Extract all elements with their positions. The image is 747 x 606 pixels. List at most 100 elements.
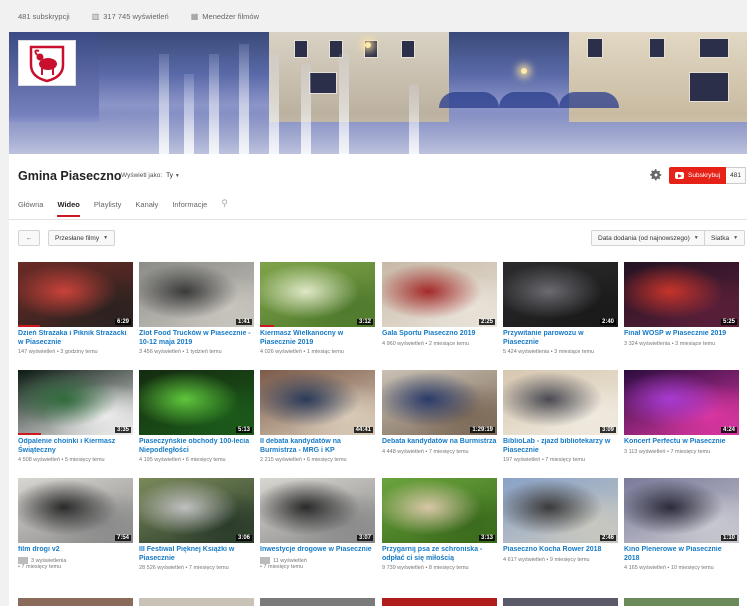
video-title[interactable]: Przygarnij psa ze schroniska - odpłać ci… bbox=[382, 546, 497, 563]
channel-name: Gmina Piaseczno bbox=[18, 169, 122, 183]
video-duration: 44:41 bbox=[353, 427, 373, 433]
video-card[interactable]: 6:29 Dzień Strażaka i Piknik Strażacki w … bbox=[18, 262, 133, 356]
video-thumbnail[interactable]: 3:13 bbox=[382, 478, 497, 543]
watch-progress-bar bbox=[260, 325, 274, 327]
video-thumbnail[interactable] bbox=[624, 598, 739, 606]
video-card[interactable]: 1:41 Zlot Food Trucków w Piasecznie - 10-… bbox=[139, 262, 254, 356]
coat-of-arms-icon bbox=[29, 45, 65, 83]
video-title[interactable]: Dzień Strażaka i Piknik Strażacki w Pias… bbox=[18, 330, 133, 347]
video-title[interactable]: Piaseczyńskie obchody 100-lecia Niepodle… bbox=[139, 438, 254, 455]
video-thumbnail[interactable]: 3:06 bbox=[139, 478, 254, 543]
video-thumbnail[interactable]: 4:24 bbox=[624, 370, 739, 435]
video-title[interactable]: Przywitanie parowozu w Piasecznie bbox=[503, 330, 618, 347]
channel-logo[interactable] bbox=[18, 40, 76, 86]
chevron-down-icon: ▼ bbox=[733, 235, 739, 241]
subscriptions-stat[interactable]: 481 subskrypcji bbox=[18, 12, 70, 21]
video-title[interactable]: Zlot Food Trucków w Piasecznie - 10-12 m… bbox=[139, 330, 254, 347]
channel-banner bbox=[9, 32, 747, 154]
video-card[interactable]: 3:07 Inwestycje drogowe w Piasecznie 11 wy… bbox=[260, 478, 375, 571]
video-title[interactable]: III Festiwal Pięknej Książki w Piaseczni… bbox=[139, 546, 254, 563]
video-thumbnail[interactable]: 5:25 bbox=[624, 262, 739, 327]
video-thumbnail[interactable]: 3:09 bbox=[503, 370, 618, 435]
view-as-selector[interactable]: Wyświetl jako: Ty ▼ bbox=[121, 172, 180, 179]
video-meta: 28 526 wyświetleń • 7 miesięcy temu bbox=[139, 565, 229, 571]
video-thumbnail[interactable]: 3:07 bbox=[260, 478, 375, 543]
video-card[interactable]: 1:29:19 Debata kandydatów na Burmistrza 4 … bbox=[382, 370, 497, 456]
video-card[interactable]: 4:24 Koncert Perfectu w Piasecznie 3 113 w… bbox=[624, 370, 739, 456]
video-thumbnail[interactable]: 6:29 bbox=[18, 262, 133, 327]
video-thumbnail[interactable] bbox=[382, 598, 497, 606]
video-thumbnail[interactable]: 44:41 bbox=[260, 370, 375, 435]
video-card[interactable]: 7:54 film drogi v2 3 wyświetlenia • 7 miesi… bbox=[18, 478, 133, 571]
search-icon[interactable]: ⚲ bbox=[221, 198, 228, 217]
video-duration: 3:13 bbox=[478, 535, 495, 541]
video-card[interactable]: 3:06 III Festiwal Pięknej Książki w Piase… bbox=[139, 478, 254, 572]
video-duration: 3:12 bbox=[356, 319, 373, 325]
video-title[interactable]: Gala Sportu Piaseczno 2019 bbox=[382, 330, 497, 339]
video-thumbnail[interactable]: 1:41 bbox=[139, 262, 254, 327]
tab-home[interactable]: Główna bbox=[18, 200, 43, 217]
video-meta: 197 wyświetleń • 7 miesięcy temu bbox=[503, 457, 586, 463]
tab-playlists[interactable]: Playlisty bbox=[94, 200, 122, 217]
video-card[interactable]: 3:12 Kiermasz Wielkanocny w Piasecznie 20… bbox=[260, 262, 375, 356]
video-thumbnail[interactable] bbox=[18, 598, 133, 606]
sort-dropdown[interactable]: Data dodania (od najnowszego) ▼ bbox=[591, 230, 706, 246]
video-card[interactable]: 3:09 BiblioLab - zjazd bibliotekarzy w Pi… bbox=[503, 370, 618, 464]
video-thumbnail[interactable]: 5:13 bbox=[139, 370, 254, 435]
view-mode-dropdown[interactable]: Siatka ▼ bbox=[704, 230, 746, 246]
back-arrow-icon: ← bbox=[25, 234, 33, 242]
gear-icon[interactable] bbox=[649, 168, 663, 182]
video-title[interactable]: II debata kandydatów na Burmistrza - MRG… bbox=[260, 438, 375, 455]
video-thumbnail[interactable]: 2:40 bbox=[503, 262, 618, 327]
views-stat[interactable]: ▥ 317 745 wyświetleń bbox=[92, 12, 169, 21]
video-grid: 6:29 Dzień Strażaka i Piknik Strażacki w … bbox=[9, 258, 747, 606]
video-card[interactable]: 5:13 Piaseczyńskie obchody 100-lecia Niep… bbox=[139, 370, 254, 464]
video-title[interactable]: Odpalenie choinki i Kiermasz Świąteczny bbox=[18, 438, 133, 455]
video-title[interactable]: Kino Plenerowe w Piasecznie 2018 bbox=[624, 546, 739, 563]
video-card[interactable]: 2:25 Gala Sportu Piaseczno 2019 4 960 wyśw… bbox=[382, 262, 497, 348]
video-title[interactable]: BiblioLab - zjazd bibliotekarzy w Piasec… bbox=[503, 438, 618, 455]
video-card[interactable]: 2:40 Przywitanie parowozu w Piasecznie 5 4… bbox=[503, 262, 618, 356]
video-title[interactable]: film drogi v2 bbox=[18, 546, 133, 555]
tab-videos[interactable]: Wideo bbox=[57, 200, 80, 217]
uploaded-videos-dropdown[interactable]: Przesłane filmy ▼ bbox=[48, 230, 116, 246]
video-thumbnail[interactable]: 3:35 bbox=[18, 370, 133, 435]
video-card[interactable]: 3:13 Przygarnij psa ze schroniska - odpła… bbox=[382, 478, 497, 572]
video-thumbnail[interactable]: 7:54 bbox=[18, 478, 133, 543]
video-meta: 4 448 wyświetleń • 7 miesięcy temu bbox=[382, 448, 469, 455]
tab-about[interactable]: Informacje bbox=[172, 200, 207, 217]
video-meta: 9 739 wyświetleń • 8 miesięcy temu bbox=[382, 565, 469, 571]
video-card[interactable]: 1:10 Kino Plenerowe w Piasecznie 2018 4 16… bbox=[624, 478, 739, 572]
video-title[interactable]: Debata kandydatów na Burmistrza bbox=[382, 438, 497, 447]
subscriber-count: 481 bbox=[726, 167, 747, 184]
video-card[interactable]: 44:41 II debata kandydatów na Burmistrza … bbox=[260, 370, 375, 464]
subscribe-button[interactable]: Subskrybuj 481 bbox=[669, 167, 747, 184]
video-manager-link[interactable]: ▦ Menedżer filmów bbox=[191, 12, 259, 21]
video-title[interactable]: Koncert Perfectu w Piasecznie bbox=[624, 438, 739, 447]
channel-stats-bar: 481 subskrypcji ▥ 317 745 wyświetleń ▦ Men… bbox=[0, 0, 747, 32]
back-button[interactable]: ← bbox=[18, 230, 40, 246]
video-duration: 3:35 bbox=[114, 427, 131, 433]
video-meta: 4 165 wyświetleń • 10 miesięcy temu bbox=[624, 565, 714, 571]
video-title[interactable]: Inwestycje drogowe w Piasecznie bbox=[260, 546, 375, 555]
video-duration: 4:24 bbox=[720, 427, 737, 433]
video-thumbnail[interactable]: 2:25 bbox=[382, 262, 497, 327]
tab-channels[interactable]: Kanały bbox=[135, 200, 158, 217]
video-thumbnail[interactable]: 2:46 bbox=[503, 478, 618, 543]
video-title[interactable]: Kiermasz Wielkanocny w Piasecznie 2019 bbox=[260, 330, 375, 347]
video-duration: 2:25 bbox=[478, 319, 495, 325]
video-thumbnail[interactable] bbox=[503, 598, 618, 606]
video-thumbnail[interactable]: 1:10 bbox=[624, 478, 739, 543]
video-title[interactable]: Piaseczno Kocha Rower 2018 bbox=[503, 546, 618, 555]
video-title[interactable]: Finał WOŚP w Piasecznie 2019 bbox=[624, 330, 739, 339]
video-card[interactable]: 2:46 Piaseczno Kocha Rower 2018 4 617 wyśw… bbox=[503, 478, 618, 564]
video-thumbnail[interactable] bbox=[139, 598, 254, 606]
video-card[interactable]: 5:25 Finał WOŚP w Piasecznie 2019 3 324 wy… bbox=[624, 262, 739, 348]
watch-progress-bar bbox=[18, 325, 40, 327]
video-thumbnail[interactable] bbox=[260, 598, 375, 606]
channel-header: Gmina Piaseczno Wyświetl jako: Ty ▼ Subsk… bbox=[9, 154, 747, 220]
video-card[interactable]: 3:35 Odpalenie choinki i Kiermasz Świątec… bbox=[18, 370, 133, 464]
video-thumbnail[interactable]: 3:12 bbox=[260, 262, 375, 327]
video-thumbnail[interactable]: 1:29:19 bbox=[382, 370, 497, 435]
video-duration: 5:13 bbox=[235, 427, 252, 433]
